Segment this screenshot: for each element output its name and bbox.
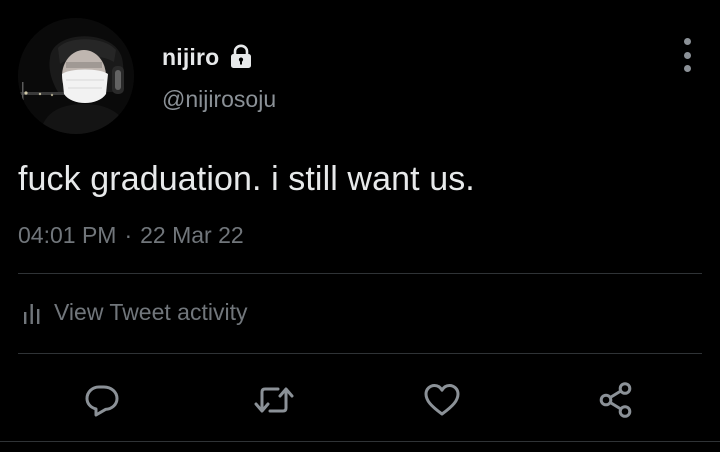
- view-tweet-activity-label: View Tweet activity: [54, 299, 248, 325]
- like-button[interactable]: [414, 372, 470, 428]
- view-tweet-activity-link[interactable]: View Tweet activity: [22, 299, 247, 326]
- user-handle[interactable]: @nijirosoju: [162, 86, 276, 113]
- more-dot: [683, 65, 691, 72]
- meta-separator: ·: [124, 222, 133, 248]
- tweet-date: 22 Mar 22: [140, 222, 244, 248]
- tweet-time: 04:01 PM: [18, 222, 117, 248]
- bar-chart-icon: [22, 300, 42, 326]
- author-name-row: nijiro: [162, 40, 253, 74]
- tweet-text: fuck graduation. i still want us.: [18, 160, 475, 198]
- retweet-button[interactable]: [246, 372, 302, 428]
- divider: [18, 353, 702, 354]
- display-name[interactable]: nijiro: [162, 44, 219, 71]
- heart-icon: [424, 384, 460, 416]
- lock-icon: [229, 44, 253, 70]
- avatar[interactable]: [18, 18, 134, 134]
- more-options-icon[interactable]: [676, 38, 698, 72]
- more-dot: [683, 38, 691, 45]
- retweet-icon: [254, 387, 294, 413]
- avatar-photo: [18, 18, 134, 134]
- tweet-timestamp[interactable]: 04:01 PM · 22 Mar 22: [18, 222, 244, 249]
- reply-icon: [85, 385, 119, 417]
- share-button[interactable]: [588, 372, 644, 428]
- divider: [18, 273, 702, 274]
- more-dot: [683, 51, 691, 59]
- reply-button[interactable]: [74, 372, 130, 428]
- tweet-detail: nijiro @nijirosoju fuck graduation. i st…: [0, 0, 720, 452]
- share-icon: [599, 382, 632, 418]
- bottom-divider: [0, 441, 720, 442]
- action-bar: [0, 372, 720, 428]
